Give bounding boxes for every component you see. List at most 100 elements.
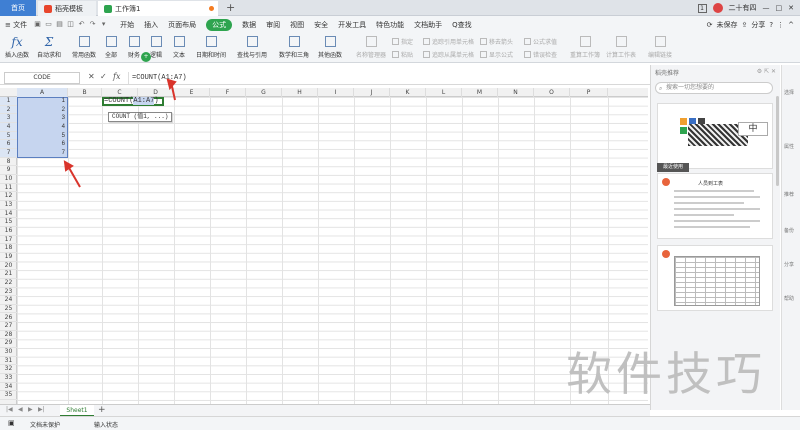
row-header-8[interactable]: 8 (0, 158, 17, 167)
row-header-9[interactable]: 9 (0, 166, 17, 175)
row-header-26[interactable]: 26 (0, 314, 17, 323)
row-header-6[interactable]: 6 (0, 140, 17, 149)
column-header-n[interactable]: N (498, 88, 534, 97)
new-tab-button[interactable]: + (226, 1, 235, 14)
menu-review[interactable]: 审阅 (266, 20, 280, 30)
other-functions-button[interactable]: 其他函数 (318, 35, 342, 59)
sync-icon[interactable]: ⟳ (707, 21, 713, 29)
specify-button[interactable]: 指定 (392, 37, 413, 46)
row-header-18[interactable]: 18 (0, 244, 17, 253)
protect-status[interactable]: 文档未保护 (30, 420, 60, 429)
search-button[interactable]: Q查找 (452, 20, 472, 30)
name-manager-button[interactable]: 名称管理器 (356, 35, 386, 59)
tool-recommend[interactable]: 推荐 (784, 191, 794, 198)
unsaved-label[interactable]: 未保存 (717, 20, 738, 30)
cell-a2[interactable]: 2 (17, 106, 67, 115)
preview-icon[interactable]: ◫ (67, 21, 74, 28)
tab-docer[interactable]: 稻壳模板 (38, 1, 96, 16)
more-icon[interactable]: ⋮ (777, 21, 784, 29)
column-header-m[interactable]: M (462, 88, 498, 97)
cell-a3[interactable]: 3 (17, 114, 67, 123)
panel-scrollbar[interactable] (776, 96, 779, 186)
help-icon[interactable]: ? (769, 21, 773, 29)
menu-page-layout[interactable]: 页面布局 (168, 20, 196, 30)
share-icon[interactable]: ⇪ (742, 21, 748, 29)
minimize-button[interactable]: — (763, 4, 770, 12)
plus-icon[interactable]: + (141, 52, 151, 62)
template-card[interactable]: 人员到工表 (657, 173, 773, 239)
column-header-p[interactable]: P (570, 88, 608, 97)
row-header-33[interactable]: 33 (0, 374, 17, 383)
lookup-button[interactable]: 查找与引用 (237, 35, 267, 59)
tool-property[interactable]: 属性 (784, 143, 794, 150)
menu-start[interactable]: 开始 (120, 20, 134, 30)
finance-button[interactable]: 财务 (128, 35, 140, 59)
cell-a1[interactable]: 1 (17, 97, 67, 106)
column-header-o[interactable]: O (534, 88, 570, 97)
menu-security[interactable]: 安全 (314, 20, 328, 30)
recalc-book-button[interactable]: 重算工作簿 (570, 35, 600, 59)
chevron-down-icon[interactable]: ▾ (100, 21, 107, 28)
menu-data[interactable]: 数据 (242, 20, 256, 30)
row-header-31[interactable]: 31 (0, 357, 17, 366)
insert-function-button[interactable]: fx 插入函数 (5, 35, 29, 59)
add-sheet-button[interactable]: + (98, 405, 106, 416)
row-header-25[interactable]: 25 (0, 305, 17, 314)
tab-workbook[interactable]: 工作簿1 (98, 1, 218, 16)
cell-formula[interactable]: =COUNT(A1:A7) (104, 97, 159, 106)
first-sheet-icon[interactable]: |◀ (6, 406, 13, 413)
row-header-4[interactable]: 4 (0, 122, 17, 132)
row-header-27[interactable]: 27 (0, 322, 17, 331)
fx-icon[interactable]: fx (113, 72, 120, 81)
row-header-29[interactable]: 29 (0, 339, 17, 349)
cells-area[interactable] (17, 97, 648, 404)
row-header-7[interactable]: 7 (0, 148, 17, 158)
print-icon[interactable]: ▤ (56, 21, 63, 28)
menu-formula[interactable]: 公式 (206, 18, 233, 31)
column-header-c[interactable]: C (102, 88, 138, 97)
column-header-h[interactable]: H (282, 88, 318, 97)
row-header-16[interactable]: 16 (0, 227, 17, 236)
cell-a5[interactable]: 5 (17, 132, 67, 141)
row-header-22[interactable]: 22 (0, 279, 17, 288)
row-header-1[interactable]: 1 (0, 97, 17, 106)
name-box[interactable]: CODE (4, 72, 80, 84)
row-header-15[interactable]: 15 (0, 218, 17, 227)
logic-button[interactable]: 逻辑 (150, 35, 162, 59)
avatar[interactable] (712, 3, 723, 13)
calc-sheet-button[interactable]: 计算工作表 (606, 35, 636, 59)
menu-doc-assistant[interactable]: 文档助手 (414, 20, 442, 30)
row-header-24[interactable]: 24 (0, 296, 17, 305)
cell-a4[interactable]: 4 (17, 123, 67, 132)
menu-developer[interactable]: 开发工具 (338, 20, 366, 30)
redo-icon[interactable]: ↷ (89, 21, 96, 28)
template-card[interactable]: 中 (657, 103, 773, 169)
column-header-e[interactable]: E (174, 88, 210, 97)
row-header-21[interactable]: 21 (0, 270, 17, 279)
tool-share[interactable]: 分享 (784, 261, 794, 268)
row-header-30[interactable]: 30 (0, 348, 17, 357)
text-button[interactable]: 文本 (173, 35, 185, 59)
user-name[interactable]: 二十有四 (729, 3, 757, 13)
maximize-button[interactable]: □ (776, 4, 783, 12)
row-header-10[interactable]: 10 (0, 175, 17, 184)
next-sheet-icon[interactable]: ▶ (28, 406, 33, 413)
row-header-28[interactable]: 28 (0, 331, 17, 340)
close-button[interactable]: ✕ (788, 4, 794, 12)
row-header-20[interactable]: 20 (0, 262, 17, 271)
menu-insert[interactable]: 插入 (144, 20, 158, 30)
row-header-17[interactable]: 17 (0, 236, 17, 245)
autosum-button[interactable]: Σ 自动求和 (37, 35, 61, 59)
datetime-button[interactable]: 日期和时间 (196, 35, 226, 59)
menu-features[interactable]: 特色功能 (376, 20, 404, 30)
row-header-35[interactable]: 35 (0, 391, 17, 401)
remove-arrows-button[interactable]: 移去箭头 (480, 37, 513, 46)
column-header-i[interactable]: I (318, 88, 354, 97)
column-header-k[interactable]: K (390, 88, 426, 97)
prev-sheet-icon[interactable]: ◀ (18, 406, 23, 413)
row-header-14[interactable]: 14 (0, 210, 17, 219)
column-header-d[interactable]: D (138, 88, 174, 97)
collapse-icon[interactable]: ^ (788, 21, 794, 29)
math-button[interactable]: 数学和三角 (279, 35, 309, 59)
paste-button[interactable]: 粘贴 (392, 50, 413, 59)
